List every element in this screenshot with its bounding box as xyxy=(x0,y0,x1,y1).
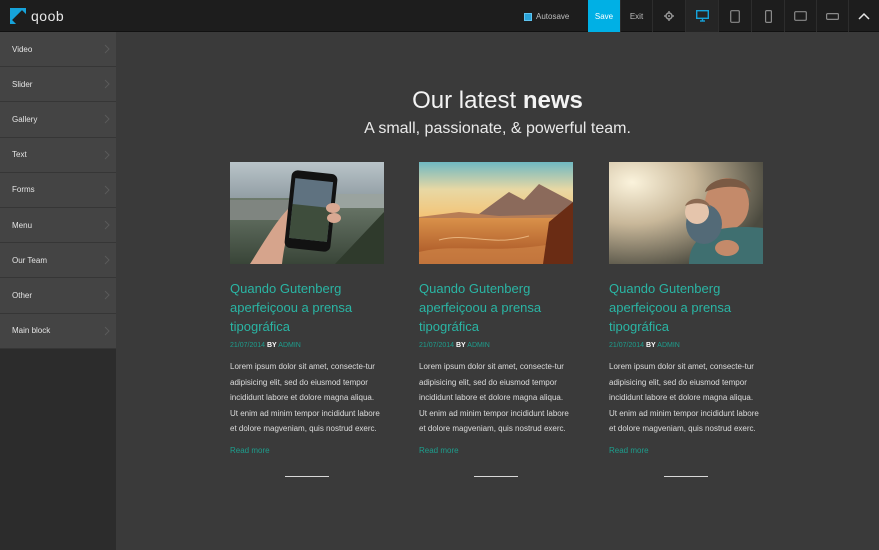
sidebar-item-label: Other xyxy=(12,290,33,300)
sidebar-item-label: Slider xyxy=(12,79,33,89)
read-more-link[interactable]: Read more xyxy=(230,446,384,455)
card-image-phone xyxy=(230,162,384,264)
card-excerpt: Lorem ipsum dolor sit amet, consecte-tur… xyxy=(419,362,569,433)
block-sidebar: Video Slider Gallery Text Forms Menu Our… xyxy=(0,32,116,550)
sidebar-item-forms[interactable]: Forms xyxy=(0,172,116,208)
collapse-toolbar-button[interactable] xyxy=(848,0,879,32)
tablet-view-button[interactable] xyxy=(718,0,751,32)
card-divider xyxy=(285,475,329,477)
chevron-right-icon xyxy=(104,150,110,159)
sidebar-item-our-team[interactable]: Our Team xyxy=(0,243,116,279)
news-card[interactable]: Quando Gutenberg aperfeiçoou a prensa ti… xyxy=(419,162,573,477)
sidebar-item-other[interactable]: Other xyxy=(0,278,116,314)
chevron-right-icon xyxy=(104,44,110,54)
read-more-link[interactable]: Read more xyxy=(419,446,573,455)
autosave-toggle[interactable]: Autosave xyxy=(524,12,569,21)
news-card[interactable]: Quando Gutenberg aperfeiçoou a prensa ti… xyxy=(230,162,384,477)
card-by: BY xyxy=(456,342,466,349)
tablet-icon xyxy=(730,9,740,23)
card-date: 21/07/2014 xyxy=(419,342,455,349)
chevron-right-icon xyxy=(104,220,110,230)
card-image-desert xyxy=(419,162,573,264)
phone-icon xyxy=(764,9,772,23)
tablet-landscape-view-button[interactable] xyxy=(784,0,816,32)
card-author[interactable]: ADMIN xyxy=(278,342,301,349)
card-divider xyxy=(664,475,708,477)
phone-landscape-view-button[interactable] xyxy=(816,0,848,32)
chevron-right-icon xyxy=(104,255,110,265)
card-meta: 21/07/2014 BY ADMIN xyxy=(230,342,384,349)
chevron-right-icon xyxy=(104,115,110,124)
autosave-label: Autosave xyxy=(536,12,570,21)
top-toolbar: qoob Autosave Save Exit xyxy=(0,0,879,32)
heading-light: Our latest xyxy=(412,87,523,114)
sidebar-item-label: Video xyxy=(12,44,33,54)
autosave-checkbox[interactable] xyxy=(524,12,532,21)
sidebar-item-video[interactable]: Video xyxy=(0,32,116,68)
sidebar-item-label: Main block xyxy=(12,326,51,336)
sidebar-item-text[interactable]: Text xyxy=(0,137,116,173)
card-date: 21/07/2014 xyxy=(230,342,266,349)
card-meta: 21/07/2014 BY ADMIN xyxy=(419,342,573,349)
card-title[interactable]: Quando Gutenberg aperfeiçoou a prensa ti… xyxy=(419,279,573,336)
exit-button[interactable]: Exit xyxy=(620,0,652,32)
sidebar-item-label: Menu xyxy=(12,220,33,230)
card-by: BY xyxy=(646,342,656,349)
sidebar-item-menu[interactable]: Menu xyxy=(0,207,116,244)
card-by: BY xyxy=(267,342,277,349)
logo-text: qoob xyxy=(31,8,65,24)
sidebar-item-label: Our Team xyxy=(12,255,47,265)
card-excerpt: Lorem ipsum dolor sit amet, consecte-tur… xyxy=(609,362,759,433)
card-date: 21/07/2014 xyxy=(609,342,645,349)
gear-icon xyxy=(664,11,674,21)
card-author[interactable]: ADMIN xyxy=(467,342,490,349)
settings-button[interactable] xyxy=(652,0,685,32)
sidebar-item-label: Text xyxy=(12,150,27,160)
card-title[interactable]: Quando Gutenberg aperfeiçoou a prensa ti… xyxy=(230,279,384,336)
sidebar-item-label: Gallery xyxy=(12,114,38,124)
phone-view-button[interactable] xyxy=(751,0,784,32)
chevron-right-icon xyxy=(104,79,110,89)
chevron-up-icon xyxy=(858,12,870,20)
card-image-father-child xyxy=(609,162,763,264)
card-excerpt: Lorem ipsum dolor sit amet, consecte-tur… xyxy=(230,362,380,433)
sidebar-item-label: Forms xyxy=(12,185,35,195)
desktop-icon xyxy=(695,10,709,22)
card-title[interactable]: Quando Gutenberg aperfeiçoou a prensa ti… xyxy=(609,279,763,336)
sidebar-item-gallery[interactable]: Gallery xyxy=(0,102,116,138)
sidebar-item-main-block[interactable]: Main block xyxy=(0,313,116,349)
save-button[interactable]: Save xyxy=(588,0,620,32)
card-meta: 21/07/2014 BY ADMIN xyxy=(609,342,763,349)
logo-icon xyxy=(10,8,26,24)
chevron-right-icon xyxy=(104,185,110,195)
page-canvas[interactable]: Our latest news A small, passionate, & p… xyxy=(116,32,879,550)
tablet-landscape-icon xyxy=(794,11,807,21)
logo: qoob xyxy=(10,8,64,24)
card-author[interactable]: ADMIN xyxy=(657,342,680,349)
chevron-right-icon xyxy=(104,290,110,300)
phone-landscape-icon xyxy=(826,12,839,20)
news-card[interactable]: Quando Gutenberg aperfeiçoou a prensa ti… xyxy=(609,162,763,477)
read-more-link[interactable]: Read more xyxy=(609,446,763,455)
section-heading: Our latest news xyxy=(116,87,879,115)
heading-bold: news xyxy=(522,87,583,114)
sidebar-item-slider[interactable]: Slider xyxy=(0,67,116,103)
card-divider xyxy=(474,475,518,477)
chevron-right-icon xyxy=(104,326,110,335)
section-subheading: A small, passionate, & powerful team. xyxy=(364,120,631,137)
desktop-view-button[interactable] xyxy=(685,0,718,32)
